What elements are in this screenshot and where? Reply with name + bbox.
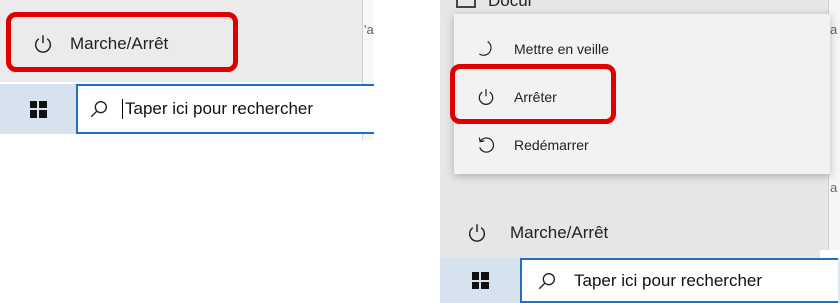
- highlight-box: [6, 12, 238, 72]
- folder-icon: [456, 0, 476, 8]
- search-icon: [538, 272, 556, 289]
- documents-item[interactable]: Documents: [446, 0, 532, 14]
- menu-item-restart[interactable]: Redémarrer: [454, 122, 830, 168]
- left-panel: 'a Marche/Arrêt Taper ici pour recherche…: [0, 0, 374, 150]
- windows-icon: [471, 272, 489, 289]
- power-icon: [468, 224, 486, 242]
- restart-icon: [478, 137, 495, 153]
- search-placeholder: Taper ici pour rechercher: [574, 270, 763, 290]
- clipped-text-2: a: [830, 180, 838, 195]
- clipped-text: 'a: [364, 22, 374, 37]
- text-caret: [122, 99, 123, 119]
- moon-icon: [479, 41, 492, 56]
- taskbar: Taper ici pour rechercher: [440, 258, 840, 303]
- search-input[interactable]: Taper ici pour rechercher: [76, 84, 374, 134]
- start-button[interactable]: [0, 84, 76, 134]
- taskbar: Taper ici pour rechercher: [0, 84, 374, 134]
- windows-icon: [29, 100, 47, 118]
- menu-item-label: Mettre en veille: [514, 41, 609, 57]
- search-placeholder: Taper ici pour rechercher: [125, 99, 314, 118]
- start-button[interactable]: [440, 258, 520, 303]
- search-icon: [90, 100, 108, 118]
- right-panel: a a Documents Mettre en veille Arrêter R…: [440, 0, 840, 303]
- power-button[interactable]: Marche/Arrêt: [440, 208, 820, 258]
- power-label: Marche/Arrêt: [510, 223, 609, 242]
- documents-label: Documents: [488, 0, 532, 10]
- clipped-text: a: [830, 22, 838, 37]
- menu-item-label: Redémarrer: [514, 137, 589, 153]
- search-input[interactable]: Taper ici pour rechercher: [520, 258, 838, 303]
- highlight-box: [450, 64, 616, 124]
